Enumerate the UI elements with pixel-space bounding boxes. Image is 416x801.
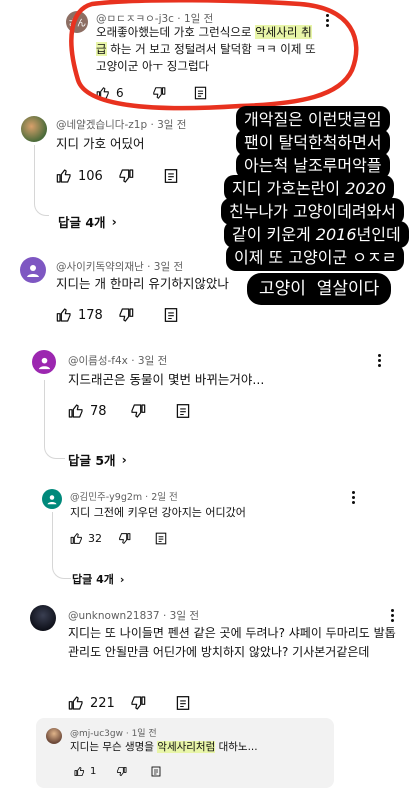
avatar[interactable]	[20, 257, 46, 283]
comment-actions: 221	[68, 695, 190, 711]
chevron-right-icon: ›	[121, 452, 127, 467]
view-replies-button[interactable]: 답글 5개 ›	[68, 450, 127, 469]
like-count: 32	[88, 532, 102, 545]
like-icon[interactable]	[56, 168, 72, 184]
reply-icon[interactable]	[176, 695, 190, 711]
caption-tag: 고양이 열살이다	[247, 273, 392, 305]
like-icon[interactable]	[68, 695, 84, 711]
dislike-icon[interactable]	[118, 168, 134, 184]
comment-text: 지디는 또 나이들면 펜션 같은 곳에 두려나? 샤페이 두마리도 발톱 관리도…	[68, 626, 396, 659]
reply-icon[interactable]	[176, 403, 190, 419]
like-count: 1	[90, 766, 97, 777]
comment-text: 지디 가호 어딨어	[56, 136, 145, 151]
comment-actions: 1	[74, 766, 161, 777]
comment-handle[interactable]: @사이키독약의재난 · 3일 전	[56, 259, 183, 274]
avatar[interactable]	[42, 489, 62, 509]
comment-text: 지디는 무슨 생명을 악세사리처럼 대하노...	[70, 741, 258, 753]
reply-icon[interactable]	[164, 307, 178, 323]
like-icon[interactable]	[70, 532, 83, 545]
comment-text: 지디는 개 한마리 유기하지않았나	[56, 276, 229, 291]
avatar[interactable]	[46, 728, 62, 744]
comment-actions: 178	[56, 307, 178, 323]
comment-card: @mj-uc3gw · 1일 전 지디는 무슨 생명을 악세사리처럼 대하노..…	[36, 718, 334, 788]
like-count: 78	[90, 403, 107, 419]
chevron-right-icon: ›	[119, 572, 125, 586]
thread-line	[44, 380, 65, 459]
like-count: 221	[90, 695, 115, 711]
like-icon[interactable]	[56, 307, 72, 323]
reply-icon[interactable]	[155, 532, 167, 545]
comment-handle[interactable]: @unknown21837 · 3일 전	[68, 608, 199, 623]
comment-handle[interactable]: @이름성-f4x · 3일 전	[68, 353, 167, 368]
avatar[interactable]	[30, 605, 56, 631]
dislike-icon[interactable]	[130, 403, 146, 419]
comment-text: 지디 그전에 키우던 강아지는 어디갔어	[70, 506, 246, 519]
comment-actions: 106	[56, 168, 178, 184]
reply-icon[interactable]	[151, 766, 161, 777]
more-options-icon[interactable]	[378, 354, 382, 369]
like-count: 178	[78, 307, 103, 323]
highlighted-text: 악세사리처럼	[157, 741, 216, 753]
red-circle-annotation	[69, 0, 359, 111]
comment-handle[interactable]: @네얄겠습니다-z1p · 3일 전	[56, 117, 186, 132]
like-icon[interactable]	[68, 403, 84, 419]
more-options-icon[interactable]	[352, 491, 356, 506]
thread-line	[34, 145, 49, 216]
like-icon[interactable]	[74, 766, 85, 777]
comment-handle[interactable]: @김민주-y9g2m · 2일 전	[70, 489, 178, 503]
dislike-icon[interactable]	[118, 532, 131, 545]
comment-actions: 78	[68, 403, 190, 419]
view-replies-button[interactable]: 답글 4개 ›	[58, 212, 117, 231]
dislike-icon[interactable]	[130, 695, 146, 711]
view-replies-button[interactable]: 답글 4개 ›	[72, 571, 124, 587]
avatar[interactable]	[32, 350, 56, 374]
reply-icon[interactable]	[164, 168, 178, 184]
dislike-icon[interactable]	[116, 766, 127, 777]
comment-text: 지드래곤은 동물이 몇번 바뀌는거야...	[68, 372, 265, 387]
more-options-icon[interactable]	[391, 609, 395, 624]
dislike-icon[interactable]	[118, 307, 134, 323]
chevron-right-icon: ›	[111, 214, 117, 229]
caption-line: 이제 또 고양이군 ㅇㅈㄹ	[226, 244, 405, 271]
thread-line	[52, 512, 71, 579]
like-count: 106	[78, 168, 103, 184]
comment-actions: 32	[70, 532, 167, 545]
avatar[interactable]	[21, 116, 47, 142]
